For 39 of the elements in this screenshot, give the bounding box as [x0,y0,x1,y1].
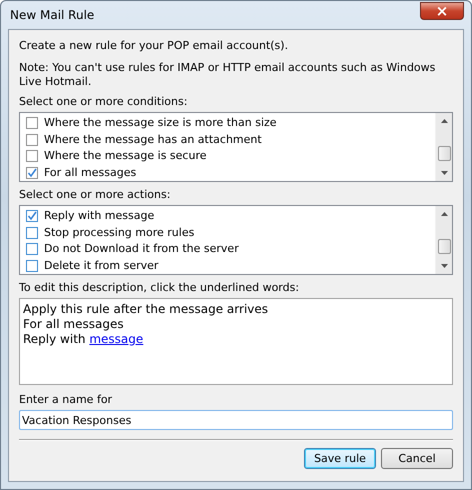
list-item[interactable]: Where the message has an attachment [44,132,262,147]
dialog-button[interactable]: Save rule [304,448,376,469]
checkbox[interactable] [26,226,38,239]
name-input[interactable]: Vacation Responses [19,410,453,430]
list-item[interactable]: For all messages [44,166,136,180]
list-label: Select one or more actions: [19,188,172,202]
scroll-up-icon[interactable] [440,119,448,123]
checkbox[interactable] [26,210,38,222]
window-title: New Mail Rule [9,8,94,22]
checkbox[interactable] [26,243,38,256]
description-link[interactable]: message [89,332,144,346]
checkbox[interactable] [26,260,38,272]
scroll-up-icon[interactable] [440,212,448,216]
scroll-thumb[interactable] [438,146,450,161]
checkbox[interactable] [26,150,38,162]
description-line: Apply this rule after the message arrives [23,302,270,317]
intro-text: Create a new rule for your POP email account(s). [19,39,290,53]
dialog-button[interactable]: Cancel [381,448,453,469]
description-line: For all messages [23,317,125,332]
checkbox[interactable] [26,166,38,179]
list-label: Select one or more conditions: [19,95,188,109]
note-text: Note: You can't use rules for IMAP or HTTP email accounts such as Windows Live Hotmail. [19,61,436,89]
scrollbar[interactable] [435,206,452,274]
scroll-thumb[interactable] [438,239,450,254]
checkbox[interactable] [26,117,38,130]
list-item[interactable]: Delete it from server [44,258,158,273]
checkbox[interactable] [26,134,38,146]
close-button[interactable]: × [420,2,464,20]
list-item[interactable]: Where the message size is more than size [44,116,277,130]
description-label: To edit this description, click the underlined words: [19,281,300,295]
name-label: Enter a name for [19,393,114,407]
list-item[interactable]: Reply with message [44,209,154,224]
scrollbar[interactable] [435,113,452,181]
list-item[interactable]: Stop processing more rules [44,226,194,240]
description-line: Reply with [23,332,87,347]
list-item[interactable]: Do not Download it from the server [44,242,239,256]
scroll-down-icon[interactable] [440,264,448,268]
scroll-down-icon[interactable] [440,171,448,175]
list-item[interactable]: Where the message is secure [44,149,206,164]
